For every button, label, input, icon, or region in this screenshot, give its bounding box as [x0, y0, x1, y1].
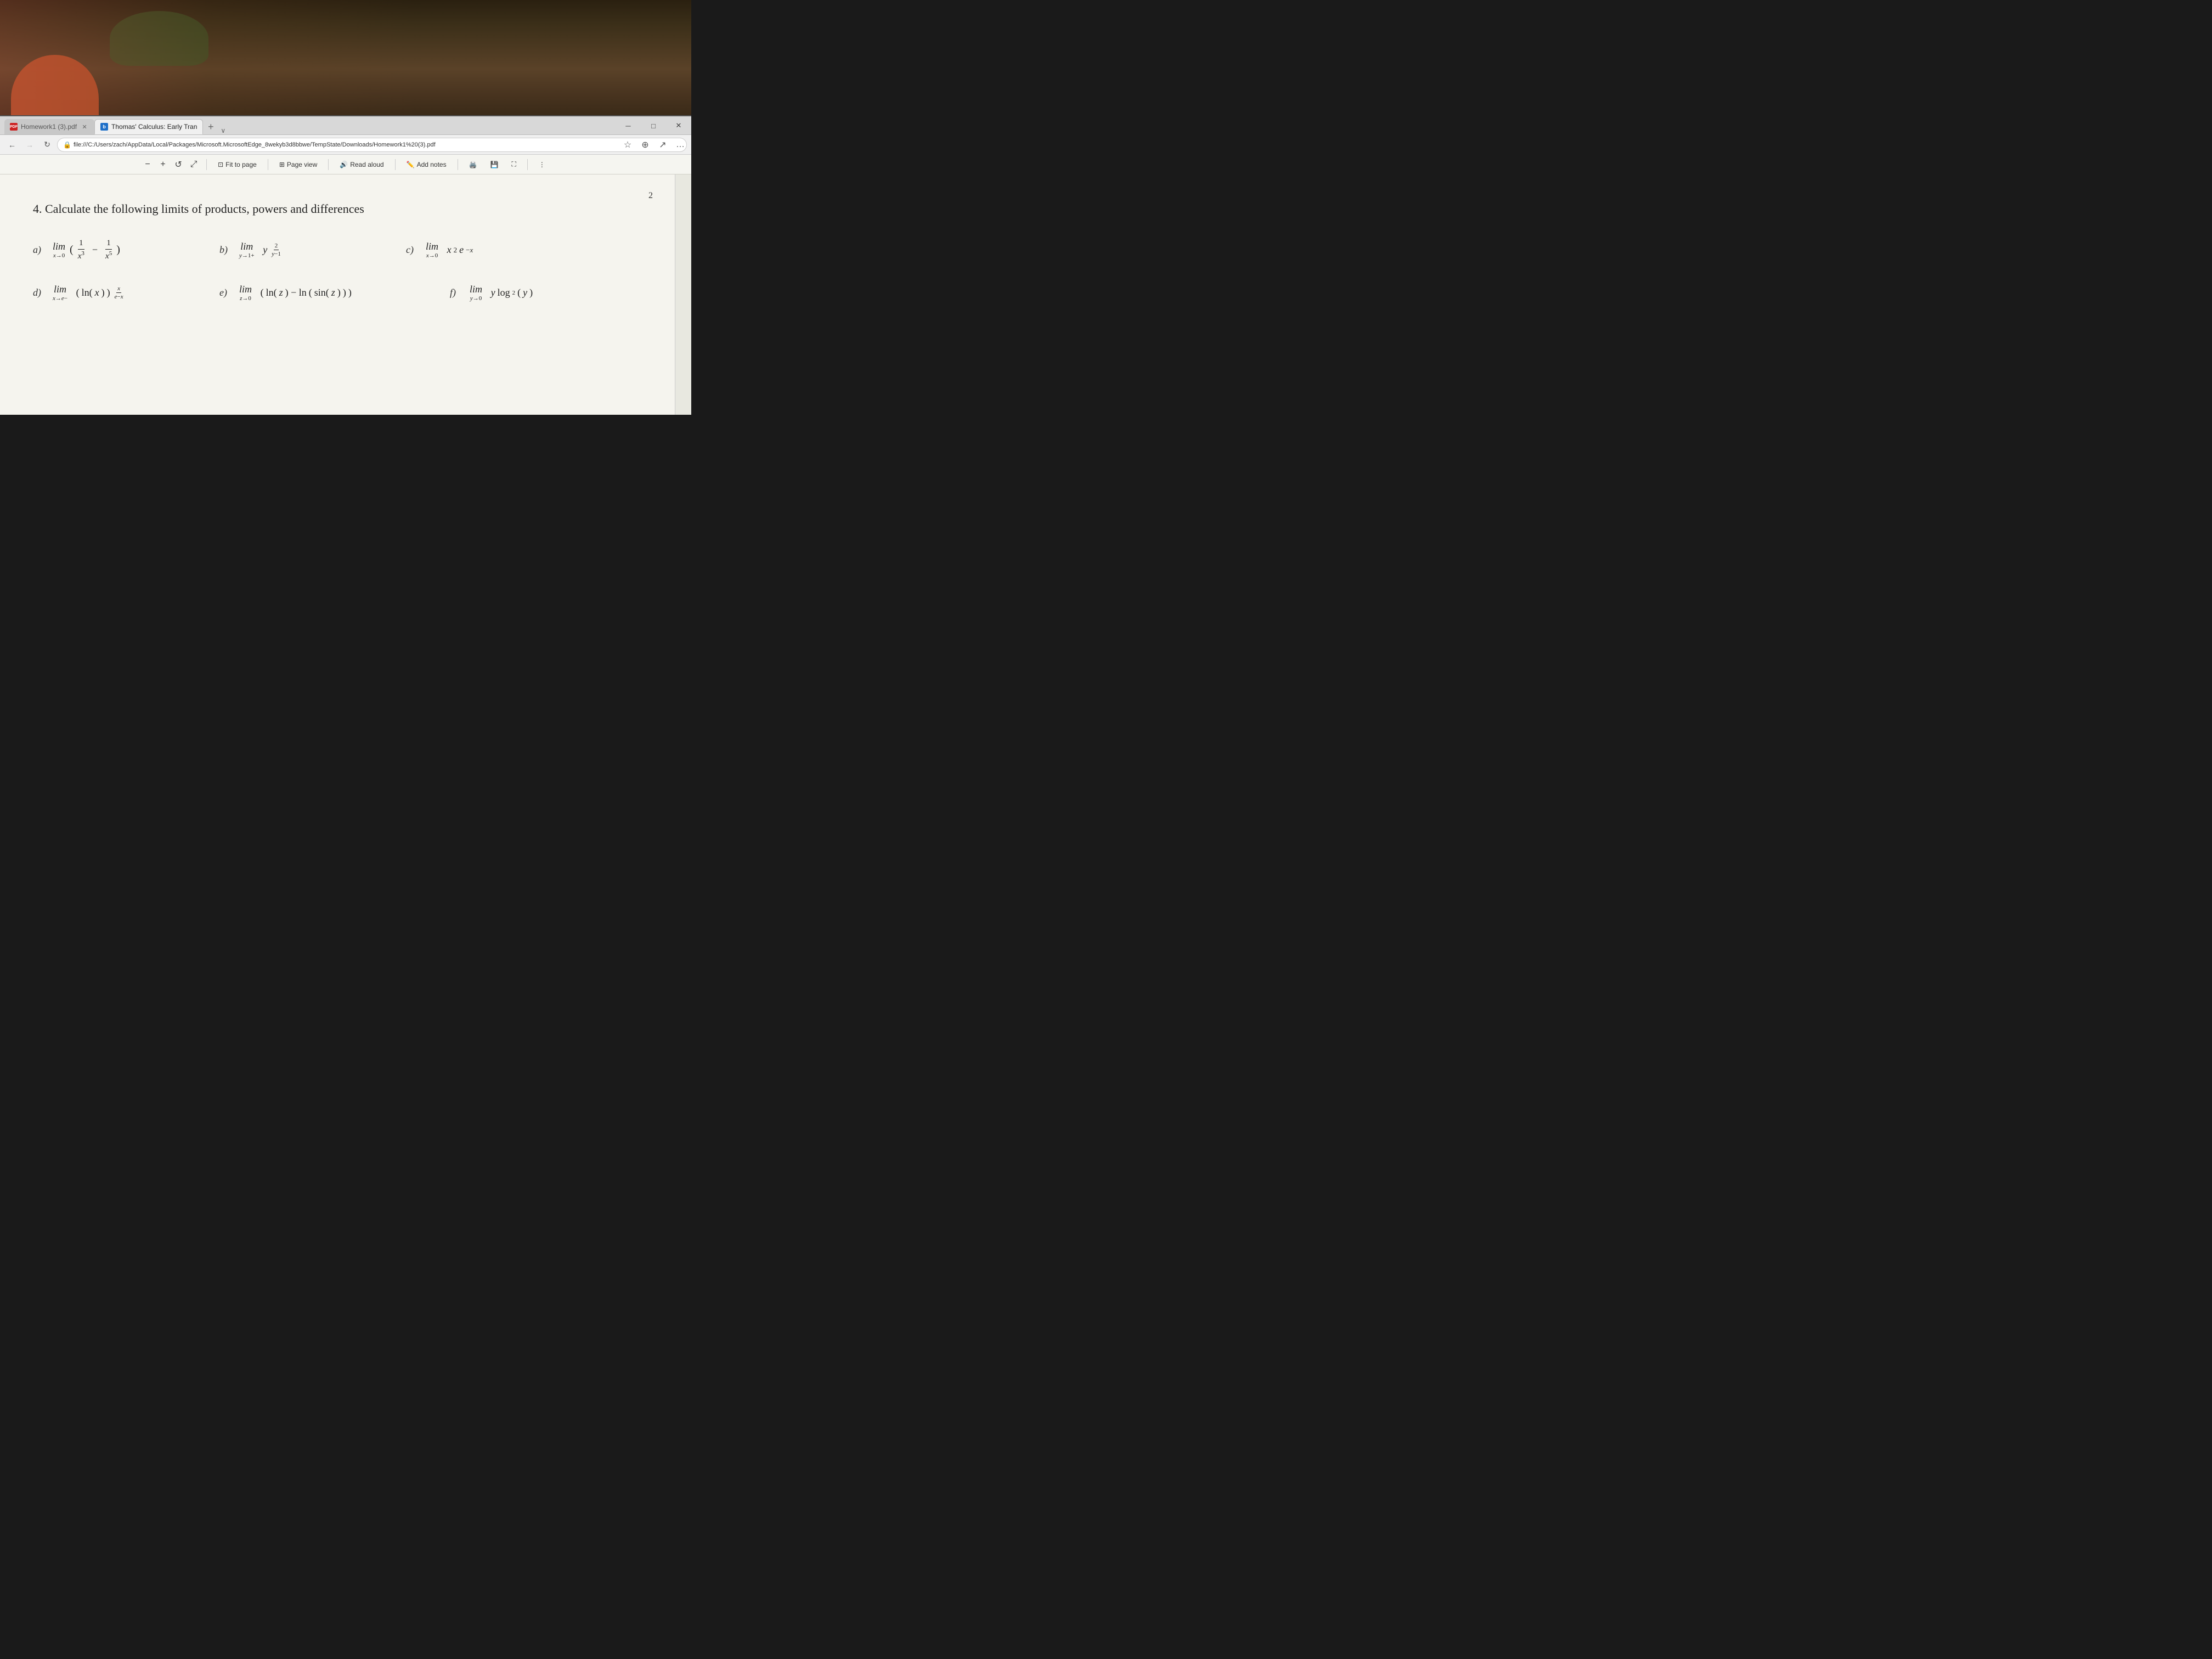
save-button[interactable]: 💾	[486, 159, 503, 171]
problem-f-label: f)	[450, 287, 463, 298]
read-aloud-icon: 🔊	[340, 161, 348, 168]
fit-to-page-button[interactable]: ⊡ Fit to page	[213, 159, 261, 171]
browser-chrome: PDF Homework1 (3).pdf ✕ b Thomas' Calcul…	[0, 115, 691, 174]
settings2-button[interactable]: ⋮	[534, 159, 550, 171]
read-aloud-button[interactable]: 🔊 Read aloud	[335, 159, 388, 171]
reading-list-icon[interactable]: ⊕	[639, 138, 652, 151]
address-bar-row: ← → ↻ 🔒 file:///C:/Users/zach/AppData/Lo…	[0, 135, 691, 155]
address-bar[interactable]: 🔒 file:///C:/Users/zach/AppData/Local/Pa…	[57, 138, 687, 152]
fit-to-page-label: Fit to page	[225, 161, 257, 168]
problem-b-label: b)	[219, 244, 233, 256]
more-icon[interactable]: …	[674, 138, 687, 151]
problem-c: c) lim x→0 x2e−x	[406, 241, 560, 259]
toolbar-separator-1	[206, 159, 207, 170]
back-button[interactable]: ←	[4, 137, 20, 153]
fullscreen2-button[interactable]: ⛶	[507, 158, 521, 171]
zoom-out-button[interactable]: −	[142, 159, 154, 171]
close-button[interactable]: ✕	[666, 116, 691, 135]
problem-b-math: lim y→1+ y 2 y−1	[239, 241, 283, 259]
problem-d-math: lim x→e− (ln(x)) x e−x	[53, 284, 126, 302]
tab-pdf-label: Homework1 (3).pdf	[21, 123, 77, 131]
add-notes-button[interactable]: ✏️ Add notes	[402, 159, 451, 171]
minimize-button[interactable]: ─	[616, 116, 641, 135]
pdf-toolbar: − + ↺ ⤢ ⊡ Fit to page ⊞ Page view 🔊 Read…	[0, 155, 691, 174]
problem-e-label: e)	[219, 287, 233, 298]
add-notes-label: Add notes	[417, 161, 447, 168]
problem-d: d) lim x→e− (ln(x)) x e−x	[33, 284, 187, 302]
problem-a: a) lim x→0 ( 1 x3 − 1 x5	[33, 238, 187, 262]
fullscreen-button[interactable]: ⤢	[188, 159, 200, 171]
refresh-button[interactable]: ↻	[40, 137, 55, 153]
problem-row-2: d) lim x→e− (ln(x)) x e−x e)	[33, 284, 642, 302]
window-controls: ─ □ ✕	[616, 116, 691, 135]
problem-title: 4. Calculate the following limits of pro…	[33, 202, 642, 216]
problem-d-label: d)	[33, 287, 46, 298]
tab-bar: PDF Homework1 (3).pdf ✕ b Thomas' Calcul…	[0, 116, 691, 135]
page-number: 2	[648, 191, 653, 201]
rotate-button[interactable]: ↺	[172, 159, 184, 171]
tab-book-label: Thomas' Calculus: Early Tran	[111, 123, 197, 131]
tab-pdf-close[interactable]: ✕	[80, 122, 89, 131]
right-toolbar: ☆ ⊕ ↗ …	[621, 138, 687, 151]
toolbar-separator-3	[328, 159, 329, 170]
tab-pdf[interactable]: PDF Homework1 (3).pdf ✕	[4, 119, 94, 134]
room-background	[0, 0, 691, 115]
book-tab-icon: b	[100, 123, 108, 131]
page-view-button[interactable]: ⊞ Page view	[275, 159, 321, 171]
zoom-in-button[interactable]: +	[157, 159, 169, 171]
right-panel	[675, 174, 691, 415]
page-view-label: Page view	[287, 161, 317, 168]
problem-a-math: lim x→0 ( 1 x3 − 1 x5 )	[53, 238, 120, 262]
problem-c-math: lim x→0 x2e−x	[426, 241, 473, 259]
problem-a-label: a)	[33, 244, 46, 256]
lock-icon: 🔒	[63, 141, 71, 149]
address-text: file:///C:/Users/zach/AppData/Local/Pack…	[74, 142, 436, 148]
tab-add-button[interactable]: +	[203, 119, 218, 134]
read-aloud-label: Read aloud	[350, 161, 383, 168]
problem-f: f) lim y→0 y log2(y)	[450, 284, 603, 302]
problems-grid: a) lim x→0 ( 1 x3 − 1 x5	[33, 238, 642, 302]
maximize-button[interactable]: □	[641, 116, 666, 135]
chair-silhouette	[11, 55, 99, 115]
problem-e-math: lim z→0 (ln(z) − ln(sin(z)))	[239, 284, 352, 302]
fit-to-page-icon: ⊡	[218, 161, 223, 168]
print-button[interactable]: 🖨️	[465, 159, 482, 171]
problem-c-label: c)	[406, 244, 419, 256]
pdf-content: 2 4. Calculate the following limits of p…	[0, 174, 675, 415]
toolbar-separator-4	[395, 159, 396, 170]
pdf-tab-icon: PDF	[10, 123, 18, 131]
problem-row-1: a) lim x→0 ( 1 x3 − 1 x5	[33, 238, 642, 262]
problem-b: b) lim y→1+ y 2 y−1	[219, 241, 373, 259]
add-notes-icon: ✏️	[407, 161, 415, 168]
favorites-icon[interactable]: ☆	[621, 138, 634, 151]
tab-book[interactable]: b Thomas' Calculus: Early Tran	[94, 119, 203, 134]
zoom-controls: − + ↺ ⤢	[142, 159, 200, 171]
forward-button[interactable]: →	[22, 137, 37, 153]
page-view-icon: ⊞	[279, 161, 285, 168]
tab-chevron-button[interactable]: ∨	[218, 127, 228, 134]
problem-f-math: lim y→0 y log2(y)	[470, 284, 533, 302]
problem-e: e) lim z→0 (ln(z) − ln(sin(z)))	[219, 284, 417, 302]
share-icon[interactable]: ↗	[656, 138, 669, 151]
toolbar-separator-6	[527, 159, 528, 170]
